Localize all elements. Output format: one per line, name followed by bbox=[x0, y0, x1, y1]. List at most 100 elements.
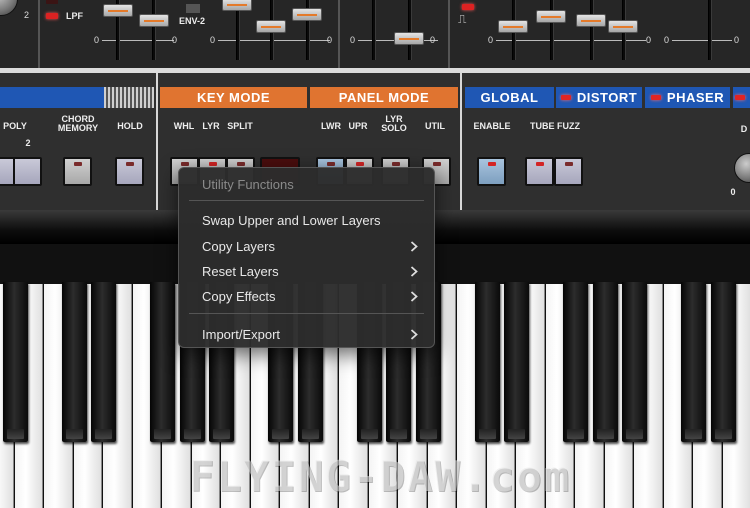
menu-item-label: Swap Upper and Lower Layers bbox=[202, 212, 381, 228]
black-key[interactable] bbox=[592, 282, 618, 442]
chevron-right-icon bbox=[407, 239, 421, 253]
black-key[interactable] bbox=[681, 282, 706, 442]
black-key[interactable] bbox=[622, 282, 647, 442]
slider-track[interactable] bbox=[152, 0, 156, 60]
global-header: GLOBAL bbox=[465, 87, 554, 108]
zero-label: 0 bbox=[172, 35, 178, 45]
zero-label: 0 bbox=[350, 35, 356, 45]
zero-label: 0 bbox=[664, 35, 670, 45]
slider-track[interactable] bbox=[372, 0, 376, 60]
menu-item-reset-layers[interactable]: Reset Layers bbox=[184, 259, 429, 283]
poly-button-2[interactable] bbox=[13, 157, 42, 186]
menu-separator bbox=[189, 200, 424, 201]
hold-label: HOLD bbox=[117, 121, 143, 131]
util-label: UTIL bbox=[425, 121, 445, 131]
slider-track[interactable] bbox=[550, 0, 554, 60]
menu-item-swap-layers[interactable]: Swap Upper and Lower Layers bbox=[184, 208, 429, 232]
slider-track[interactable] bbox=[408, 0, 412, 60]
menu-item-copy-effects[interactable]: Copy Effects bbox=[184, 284, 429, 308]
poly-label: POLY bbox=[3, 121, 27, 131]
slider-fader[interactable] bbox=[222, 0, 252, 11]
fuzz-button[interactable] bbox=[554, 157, 583, 186]
phaser-label: PHASER bbox=[666, 90, 725, 105]
poly-value: 2 bbox=[25, 138, 31, 148]
menu-item-label: Import/Export bbox=[202, 326, 281, 342]
lyr-solo-label: LYR SOLO bbox=[381, 114, 407, 133]
arp-header-strip bbox=[0, 87, 104, 108]
split-label: SPLIT bbox=[227, 121, 253, 131]
next-effect-led bbox=[735, 95, 745, 100]
zero-label: 0 bbox=[488, 35, 494, 45]
upr-label: UPR bbox=[348, 121, 368, 131]
watermark: FLYING-DAW.com bbox=[188, 452, 571, 501]
phaser-led bbox=[650, 95, 661, 100]
black-key[interactable] bbox=[504, 282, 529, 442]
grill-decoration bbox=[104, 87, 154, 108]
slider-track[interactable] bbox=[708, 0, 712, 60]
whl-label: WHL bbox=[173, 121, 195, 131]
zero-label: 0 bbox=[327, 35, 333, 45]
drive-label: D bbox=[740, 124, 748, 134]
slider-fader[interactable] bbox=[608, 20, 638, 33]
zero-label: 0 bbox=[734, 35, 740, 45]
chevron-right-icon bbox=[407, 264, 421, 278]
black-key[interactable] bbox=[150, 282, 175, 442]
black-key[interactable] bbox=[91, 282, 116, 442]
waveform-icon: ⎍ bbox=[458, 12, 467, 26]
menu-title: Utility Functions bbox=[202, 177, 294, 192]
section-divider bbox=[38, 0, 40, 68]
enable-button[interactable] bbox=[477, 157, 506, 186]
slider-fader[interactable] bbox=[103, 4, 133, 17]
tube-button[interactable] bbox=[525, 157, 554, 186]
env-select-button[interactable] bbox=[186, 4, 200, 13]
zero-label: 0 bbox=[210, 35, 216, 45]
menu-separator bbox=[189, 313, 424, 314]
chord-memory-button[interactable] bbox=[63, 157, 92, 186]
zero-label: 0 bbox=[94, 35, 100, 45]
black-key[interactable] bbox=[710, 282, 736, 442]
slider-fader[interactable] bbox=[292, 8, 322, 21]
scale-line bbox=[672, 40, 732, 41]
menu-item-label: Reset Layers bbox=[202, 263, 279, 279]
enable-label: ENABLE bbox=[473, 121, 511, 131]
slider-fader[interactable] bbox=[394, 32, 424, 45]
drive-zero-label: 0 bbox=[730, 187, 736, 197]
black-key[interactable] bbox=[61, 282, 87, 442]
top-slider-section: 2 LPF 0 0 ENV-2 0 0 0 0 ⎍ 0 0 0 0 bbox=[0, 0, 750, 68]
lyr-label: LYR bbox=[202, 121, 220, 131]
scale-line bbox=[102, 40, 174, 41]
slider-track[interactable] bbox=[590, 0, 594, 60]
tube-fuzz-label: TUBE FUZZ bbox=[530, 121, 580, 131]
black-key[interactable] bbox=[2, 282, 28, 442]
black-key[interactable] bbox=[563, 282, 588, 442]
slider-fader[interactable] bbox=[536, 10, 566, 23]
zero-label: 0 bbox=[430, 35, 436, 45]
black-key[interactable] bbox=[474, 282, 500, 442]
distort-led bbox=[560, 95, 571, 100]
slider-fader[interactable] bbox=[256, 20, 286, 33]
slider-fader[interactable] bbox=[576, 14, 606, 27]
chevron-right-icon bbox=[407, 289, 421, 303]
phaser-header[interactable]: PHASER bbox=[645, 87, 730, 108]
section-divider bbox=[156, 73, 158, 215]
menu-item-import-export[interactable]: Import/Export bbox=[184, 322, 429, 346]
distort-header[interactable]: DISTORT bbox=[556, 87, 642, 108]
chevron-right-icon bbox=[407, 327, 421, 341]
led-indicator bbox=[46, 0, 58, 4]
slider-fader[interactable] bbox=[139, 14, 169, 27]
lpf-label: LPF bbox=[66, 11, 83, 21]
next-effect-header[interactable] bbox=[733, 87, 750, 108]
mod-knob[interactable] bbox=[0, 0, 18, 16]
scale-line bbox=[218, 40, 330, 41]
distort-label: DISTORT bbox=[576, 90, 638, 105]
section-divider bbox=[338, 0, 340, 68]
drive-knob[interactable] bbox=[734, 153, 750, 183]
key-mode-header: KEY MODE bbox=[160, 87, 307, 108]
menu-item-label: Copy Layers bbox=[202, 238, 275, 254]
menu-item-copy-layers[interactable]: Copy Layers bbox=[184, 234, 429, 258]
zero-label: 0 bbox=[646, 35, 652, 45]
slider-fader[interactable] bbox=[498, 20, 528, 33]
lwr-label: LWR bbox=[321, 121, 341, 131]
hold-button[interactable] bbox=[115, 157, 144, 186]
utility-context-menu: Utility Functions Swap Upper and Lower L… bbox=[178, 167, 435, 348]
